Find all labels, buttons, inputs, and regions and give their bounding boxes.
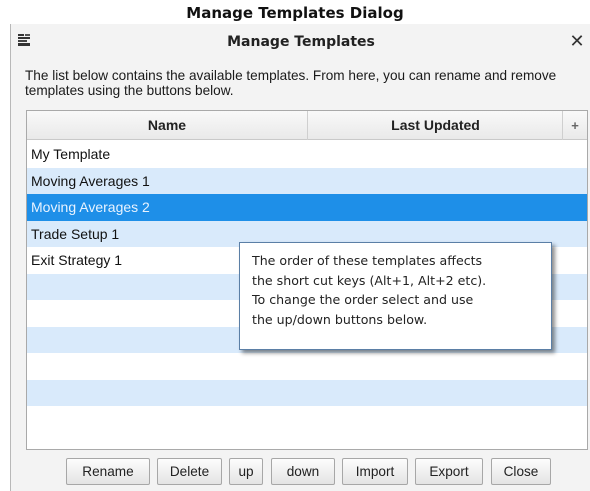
title-bar: Manage Templates ✕ (11, 24, 590, 60)
table-header: Name Last Updated + (27, 111, 587, 140)
table-row[interactable]: Moving Averages 1 (27, 167, 587, 194)
template-name: Trade Setup 1 (31, 225, 120, 242)
template-name: My Template (31, 146, 111, 162)
close-button[interactable]: Close (491, 458, 551, 485)
tooltip-line: the up/down buttons below. (252, 311, 428, 327)
add-column-icon[interactable]: + (563, 111, 587, 140)
ordering-tooltip: The order of these templates affects the… (239, 242, 552, 350)
column-header-last-updated[interactable]: Last Updated (309, 111, 563, 140)
empty-row (27, 406, 587, 433)
document-caption: Manage Templates Dialog (186, 4, 404, 22)
close-icon[interactable]: ✕ (565, 29, 589, 53)
dialog-description: The list below contains the available te… (25, 68, 557, 98)
rename-button[interactable]: Rename (66, 458, 150, 485)
up-button[interactable]: up (229, 458, 263, 485)
dialog-title: Manage Templates (227, 34, 375, 50)
tooltip-line: the short cut keys (Alt+1, Alt+2 etc). (252, 272, 487, 288)
table-row-selected[interactable]: Moving Averages 2 (27, 194, 587, 221)
down-button[interactable]: down (271, 458, 335, 485)
delete-button[interactable]: Delete (157, 458, 222, 485)
tooltip-line: To change the order select and use (252, 292, 474, 307)
template-name: Exit Strategy 1 (31, 252, 123, 268)
button-bar: Rename Delete up down Import Export Clos… (11, 458, 590, 486)
table-row[interactable]: My Template (27, 141, 587, 168)
manage-templates-dialog: Manage Templates ✕ The list below contai… (10, 24, 590, 491)
template-name: Moving Averages 1 (31, 172, 150, 189)
tooltip-line: The order of these templates affects (252, 253, 483, 268)
export-button[interactable]: Export (415, 458, 483, 485)
empty-row (27, 353, 587, 380)
empty-row (27, 379, 587, 406)
column-header-name[interactable]: Name (27, 111, 308, 140)
import-button[interactable]: Import (342, 458, 408, 485)
template-name: Moving Averages 2 (31, 199, 150, 215)
